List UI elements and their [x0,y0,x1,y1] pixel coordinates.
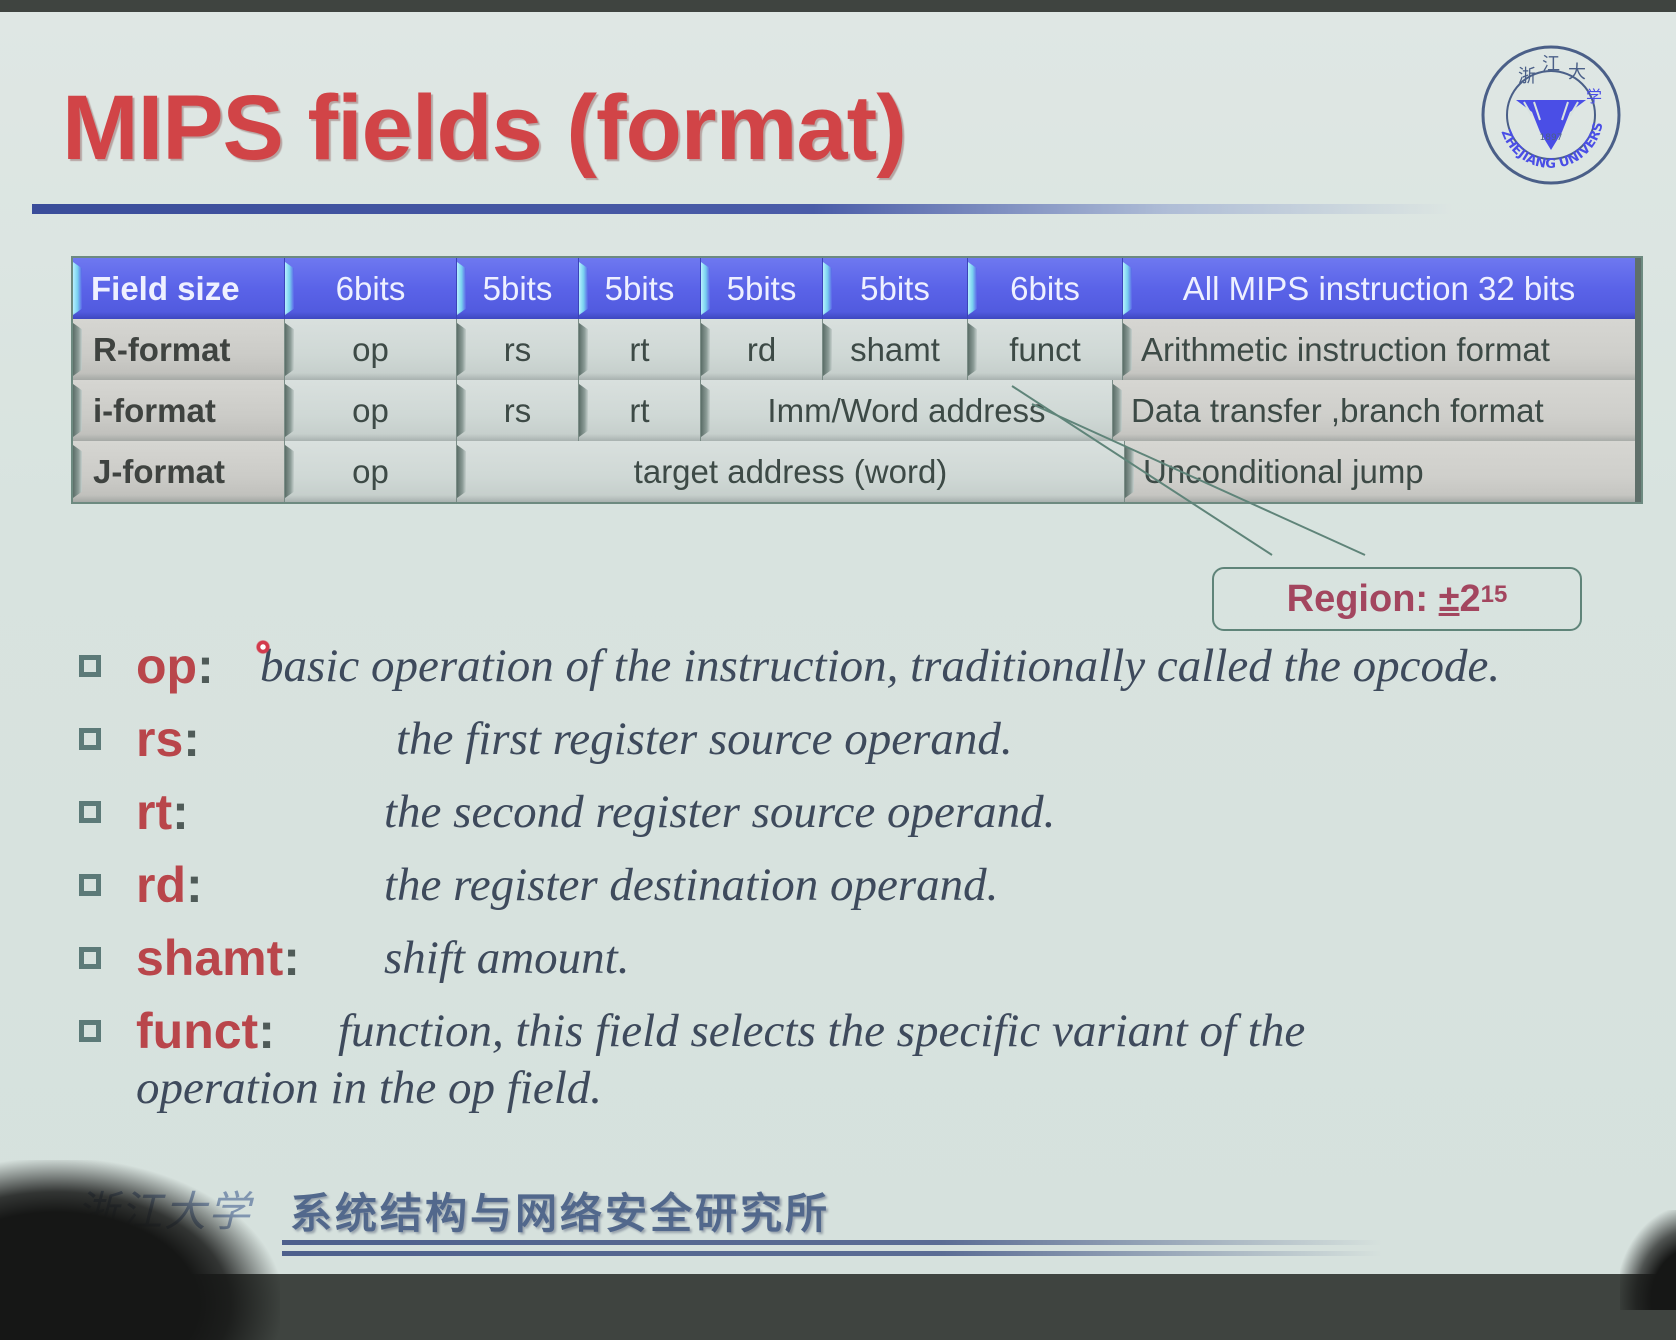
header-cell: 5bits [457,258,579,319]
list-item: funct: function, this field selects the … [76,997,1636,1127]
callout-prefix: Region: [1286,577,1429,620]
header-cell: 5bits [579,258,701,319]
callout-base: 2 [1459,577,1481,620]
field-desc: the second register source operand. [384,786,1056,838]
row-label: R-format [73,319,285,380]
field-desc: basic operation of the instruction, trad… [260,640,1501,692]
header-cell: 5bits [823,258,968,319]
title-underline [32,204,1452,214]
header-label: Field size [73,258,285,319]
field-rs: rs [457,380,579,441]
field-rt: rt [579,380,701,441]
field-rs: rs [457,319,579,380]
field-rt: rt [579,319,701,380]
list-item: op: basic operation of the instruction, … [76,632,1636,705]
callout-exponent: 15 [1480,581,1508,608]
slide: MIPS fields (format) 1897 ZHEJIANG UNIVE… [0,12,1676,1274]
list-item: rs: the first register source operand. [76,705,1636,778]
row-desc: Arithmetic instruction format [1123,319,1641,380]
field-key: rs [136,711,184,767]
field-funct: funct [968,319,1123,380]
svg-text:大: 大 [1568,62,1586,83]
field-immediate: Imm/Word address [701,380,1113,441]
field-op: op [285,319,457,380]
field-key: shamt [136,930,284,986]
row-desc: Unconditional jump [1125,441,1641,502]
region-callout: Region: ±2 15 [1212,567,1582,631]
audience-head-silhouette [1620,1210,1676,1310]
field-shamt: shamt [823,319,968,380]
field-desc: function, this field selects the specifi… [338,1005,1306,1057]
field-op: op [285,441,457,502]
square-bullet-icon [79,728,101,750]
mips-format-table: Field size 6bits 5bits 5bits 5bits 5bits… [71,256,1643,504]
table-header-row: Field size 6bits 5bits 5bits 5bits 5bits… [73,258,1641,319]
plus-minus: ± [1438,577,1460,620]
field-definitions-list: op: basic operation of the instruction, … [76,632,1636,1127]
row-label: J-format [73,441,285,502]
row-desc: Data transfer ,branch format [1113,380,1641,441]
photo-frame: MIPS fields (format) 1897 ZHEJIANG UNIVE… [0,0,1676,1340]
audience-head-silhouette [0,1160,280,1340]
footer-institute-name: 系统结构与网络安全研究所 [290,1189,831,1238]
laser-pointer-dot-icon [256,640,270,654]
footer-double-rule [282,1240,1382,1256]
svg-text:1897: 1897 [1540,133,1563,143]
field-rd: rd [701,319,823,380]
zhejiang-university-seal-icon: 1897 ZHEJIANG UNIVERSITY 浙 江 大 学 [1478,42,1621,185]
square-bullet-icon [79,874,101,896]
header-desc: All MIPS instruction 32 bits [1123,258,1641,319]
field-key: rd [136,857,186,913]
square-bullet-icon [79,655,101,677]
square-bullet-icon [79,1020,101,1042]
table-row-r-format: R-format op rs rt rd shamt funct Arithme… [73,319,1641,380]
svg-text:江: 江 [1542,54,1560,75]
field-desc-continued: operation in the op field. [136,1062,603,1114]
square-bullet-icon [79,947,101,969]
field-target-address: target address (word) [457,441,1125,502]
square-bullet-icon [79,801,101,823]
list-item: shamt: shift amount. [76,924,1636,997]
svg-text:学: 学 [1586,87,1602,106]
field-desc: the first register source operand. [396,713,1013,765]
slide-title: MIPS fields (format) [62,77,907,179]
field-desc: the register destination operand. [384,859,999,911]
header-cell: 5bits [701,258,823,319]
field-key: funct [136,1003,259,1059]
table-row-i-format: i-format op rs rt Imm/Word address Data … [73,380,1641,441]
field-op: op [285,380,457,441]
list-item: rd: the register destination operand. [76,851,1636,924]
table-row-j-format: J-format op target address (word) Uncond… [73,441,1641,502]
svg-text:浙: 浙 [1518,66,1536,87]
list-item: rt: the second register source operand. [76,778,1636,851]
header-cell: 6bits [285,258,457,319]
field-desc: shift amount. [384,932,630,984]
row-label: i-format [73,380,285,441]
field-key: op [136,638,198,694]
header-cell: 6bits [968,258,1123,319]
field-key: rt [136,784,173,840]
